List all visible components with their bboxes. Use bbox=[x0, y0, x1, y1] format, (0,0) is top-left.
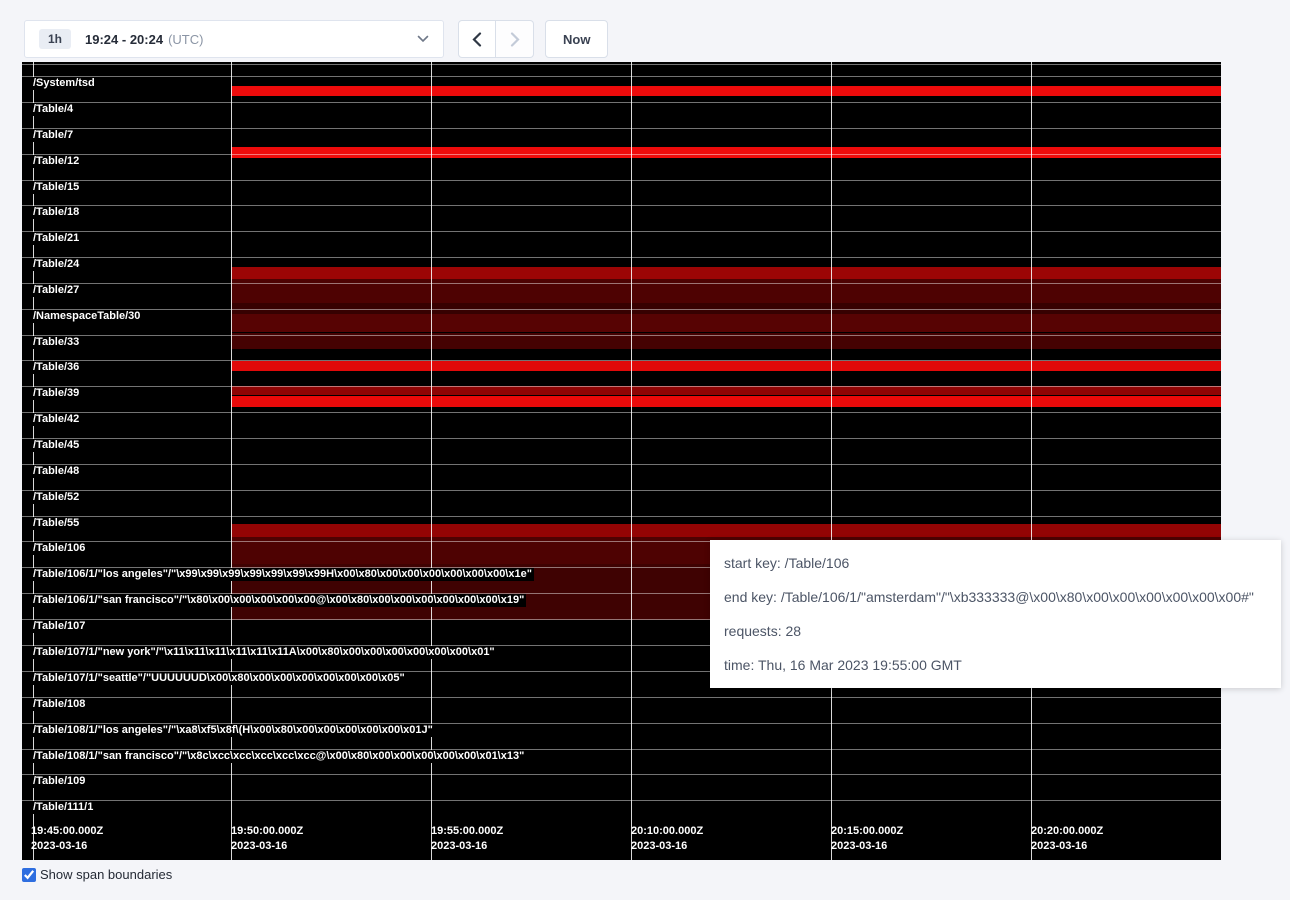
heat-band[interactable] bbox=[231, 86, 1221, 96]
chevron-down-icon bbox=[417, 35, 429, 43]
span-key-label: /Table/42 bbox=[33, 413, 81, 426]
heat-band[interactable] bbox=[231, 314, 1221, 332]
time-window-nav bbox=[458, 20, 534, 58]
span-boundary-line bbox=[22, 490, 1221, 491]
span-boundary-line bbox=[22, 154, 1221, 155]
time-gridline bbox=[631, 62, 632, 860]
next-window-button[interactable] bbox=[496, 20, 534, 58]
heatmap-canvas[interactable]: /System/tsd/Table/4/Table/7/Table/12/Tab… bbox=[22, 62, 1221, 860]
span-key-label: /NamespaceTable/30 bbox=[33, 310, 142, 323]
span-boundary-line bbox=[22, 774, 1221, 775]
time-gridline bbox=[1031, 62, 1032, 860]
span-key-label: /Table/36 bbox=[33, 361, 81, 374]
span-key-label: /Table/7 bbox=[33, 129, 75, 142]
span-boundary-line bbox=[22, 231, 1221, 232]
span-boundary-line bbox=[22, 76, 1221, 77]
time-axis-label: 19:45:00.000Z2023-03-16 bbox=[31, 824, 103, 854]
span-key-label: /Table/15 bbox=[33, 181, 81, 194]
time-range-preset-badge: 1h bbox=[39, 29, 71, 49]
heat-band[interactable] bbox=[231, 396, 1221, 407]
span-key-label: /Table/106 bbox=[33, 542, 87, 555]
span-key-label: /Table/45 bbox=[33, 439, 81, 452]
span-key-label: /Table/108 bbox=[33, 698, 87, 711]
show-span-boundaries-checkbox[interactable] bbox=[22, 868, 36, 882]
span-boundary-line bbox=[22, 438, 1221, 439]
span-boundary-line bbox=[22, 464, 1221, 465]
span-key-label: /System/tsd bbox=[33, 77, 97, 90]
canvas-options: Show span boundaries bbox=[22, 867, 172, 882]
span-key-label: /Table/33 bbox=[33, 336, 81, 349]
time-axis-label: 20:15:00.000Z2023-03-16 bbox=[831, 824, 903, 854]
span-boundary-line bbox=[22, 257, 1221, 258]
heat-band[interactable] bbox=[231, 361, 1221, 371]
span-key-label: /Table/48 bbox=[33, 465, 81, 478]
time-range-selector[interactable]: 1h 19:24 - 20:24 (UTC) bbox=[24, 20, 444, 58]
time-gridline bbox=[831, 62, 832, 860]
tooltip-requests: requests: 28 bbox=[724, 621, 1267, 641]
time-axis-label: 19:50:00.000Z2023-03-16 bbox=[231, 824, 303, 854]
span-key-label: /Table/55 bbox=[33, 517, 81, 530]
span-boundary-line bbox=[22, 309, 1221, 310]
span-key-label: /Table/18 bbox=[33, 206, 81, 219]
span-key-label: /Table/27 bbox=[33, 284, 81, 297]
chevron-left-icon bbox=[472, 32, 482, 47]
time-range-label: 19:24 - 20:24 bbox=[85, 32, 163, 47]
span-key-label: /Table/106/1/"san francisco"/"\x80\x00\x… bbox=[33, 594, 526, 607]
span-key-label: /Table/108/1/"los angeles"/"\xa8\xf5\x8f… bbox=[33, 724, 435, 737]
heat-band[interactable] bbox=[231, 267, 1221, 279]
span-boundary-line bbox=[22, 800, 1221, 801]
span-boundary-line bbox=[22, 697, 1221, 698]
previous-window-button[interactable] bbox=[458, 20, 496, 58]
heat-band[interactable] bbox=[231, 147, 1221, 158]
show-span-boundaries-label[interactable]: Show span boundaries bbox=[40, 867, 172, 882]
time-gridline bbox=[231, 62, 232, 860]
span-boundary-line bbox=[22, 412, 1221, 413]
chevron-right-icon bbox=[510, 32, 520, 47]
span-boundary-line bbox=[22, 180, 1221, 181]
time-gridline bbox=[431, 62, 432, 860]
span-key-label: /Table/106/1/"los angeles"/"\x99\x99\x99… bbox=[33, 568, 534, 581]
span-key-label: /Table/12 bbox=[33, 155, 81, 168]
span-boundary-line bbox=[22, 335, 1221, 336]
tooltip-end-key: end key: /Table/106/1/"amsterdam"/"\xb33… bbox=[724, 587, 1267, 607]
span-boundary-line bbox=[22, 386, 1221, 387]
time-axis-label: 20:10:00.000Z2023-03-16 bbox=[631, 824, 703, 854]
span-tooltip: start key: /Table/106 end key: /Table/10… bbox=[710, 540, 1281, 688]
span-boundary-line bbox=[22, 360, 1221, 361]
span-boundary-line bbox=[22, 64, 1221, 65]
span-boundary-line bbox=[22, 283, 1221, 284]
tooltip-time: time: Thu, 16 Mar 2023 19:55:00 GMT bbox=[724, 655, 1267, 675]
span-key-label: /Table/24 bbox=[33, 258, 81, 271]
span-key-label: /Table/107 bbox=[33, 620, 87, 633]
span-key-label: /Table/52 bbox=[33, 491, 81, 504]
heat-band[interactable] bbox=[231, 386, 1221, 395]
span-key-label: /Table/107/1/"seattle"/"UUUUUUD\x00\x80\… bbox=[33, 672, 407, 685]
time-axis-label: 20:20:00.000Z2023-03-16 bbox=[1031, 824, 1103, 854]
tooltip-start-key: start key: /Table/106 bbox=[724, 553, 1267, 573]
now-button[interactable]: Now bbox=[545, 20, 608, 58]
span-boundary-line bbox=[22, 205, 1221, 206]
span-key-label: /Table/108/1/"san francisco"/"\x8c\xcc\x… bbox=[33, 750, 526, 763]
time-range-timezone: (UTC) bbox=[168, 32, 203, 47]
span-boundary-line bbox=[22, 516, 1221, 517]
span-boundary-line bbox=[22, 102, 1221, 103]
span-key-label: /Table/4 bbox=[33, 103, 75, 116]
span-key-label: /Table/39 bbox=[33, 387, 81, 400]
span-key-label: /Table/21 bbox=[33, 232, 81, 245]
span-key-label: /Table/111/1 bbox=[33, 801, 95, 814]
span-boundary-line bbox=[22, 128, 1221, 129]
heat-band[interactable] bbox=[231, 524, 1221, 537]
span-key-label: /Table/109 bbox=[33, 775, 87, 788]
span-key-label: /Table/107/1/"new york"/"\x11\x11\x11\x1… bbox=[33, 646, 497, 659]
time-axis-label: 19:55:00.000Z2023-03-16 bbox=[431, 824, 503, 854]
